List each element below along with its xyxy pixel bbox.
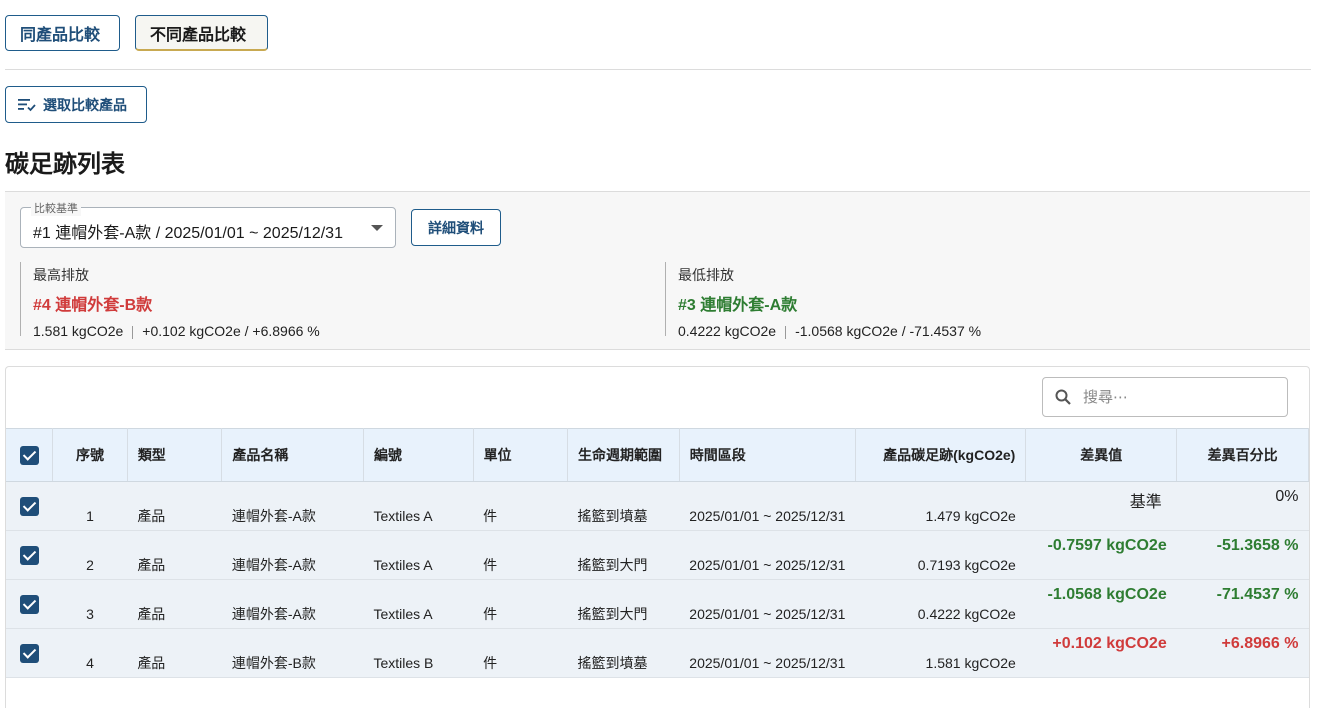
cell-unit: 件 xyxy=(473,481,568,531)
comparison-summary-panel: 比較基準 #1 連帽外套-A款 / 2025/01/01 ~ 2025/12/3… xyxy=(5,191,1310,350)
cell-footprint: 1.581 kgCO2e xyxy=(855,628,1026,678)
cell-seq: 1 xyxy=(52,481,128,531)
column-header-lifecycle[interactable]: 生命週期範圍 xyxy=(567,428,680,482)
cell-lifecycle: 搖籃到大門 xyxy=(567,579,680,629)
row-checkbox[interactable] xyxy=(6,530,53,580)
column-header-type[interactable]: 類型 xyxy=(127,428,223,482)
select-products-label: 選取比較產品 xyxy=(43,96,127,113)
baseline-select-value: #1 連帽外套-A款 / 2025/01/01 ~ 2025/12/31 xyxy=(33,225,343,242)
cell-lifecycle: 搖籃到墳墓 xyxy=(567,481,680,531)
cell-period: 2025/01/01 ~ 2025/12/31 xyxy=(679,579,856,629)
comparison-mode-tabs: 同產品比較 不同產品比較 xyxy=(5,15,268,51)
table-header-row: 序號 類型 產品名稱 編號 單位 生命週期範圍 時間區段 產品碳足跡(kgCO2… xyxy=(6,428,1309,482)
cell-unit: 件 xyxy=(473,628,568,678)
cell-code: Textiles A xyxy=(363,530,474,580)
value-separator xyxy=(132,325,134,339)
cell-pct: -51.3658 % xyxy=(1176,530,1309,580)
row-checkbox[interactable] xyxy=(6,481,53,531)
cell-seq: 3 xyxy=(52,579,128,629)
highest-emission-value: 1.581 kgCO2e xyxy=(33,323,124,339)
highest-emission-diff: +0.102 kgCO2e / +6.8966 % xyxy=(142,323,320,339)
cell-period: 2025/01/01 ~ 2025/12/31 xyxy=(679,481,856,531)
column-header-pct[interactable]: 差異百分比 xyxy=(1176,428,1309,482)
cell-seq: 4 xyxy=(52,628,128,678)
checkbox-checked-icon xyxy=(19,496,39,516)
cell-pct: 0% xyxy=(1176,481,1309,531)
sort-list-icon xyxy=(18,98,36,111)
search-box[interactable] xyxy=(1042,377,1288,417)
highest-emission-summary: 最高排放 #4 連帽外套-B款 1.581 kgCO2e +0.102 kgCO2… xyxy=(20,262,320,339)
cell-unit: 件 xyxy=(473,530,568,580)
cell-diff: 基準 xyxy=(1025,481,1177,531)
cell-code: Textiles A xyxy=(363,481,474,531)
cell-type: 產品 xyxy=(127,579,222,629)
page-title: 碳足跡列表 xyxy=(5,151,125,178)
cell-footprint: 0.4222 kgCO2e xyxy=(855,579,1026,629)
lowest-emission-product: #3 連帽外套-A款 xyxy=(678,297,798,314)
select-all-checkbox[interactable] xyxy=(6,428,54,482)
highest-emission-heading: 最高排放 xyxy=(33,267,89,283)
lowest-emission-diff: -1.0568 kgCO2e / -71.4537 % xyxy=(795,323,982,339)
select-products-button[interactable]: 選取比較產品 xyxy=(5,86,147,123)
column-header-diff[interactable]: 差異值 xyxy=(1025,428,1178,482)
carbon-footprint-grid: 序號 類型 產品名稱 編號 單位 生命週期範圍 時間區段 產品碳足跡(kgCO2… xyxy=(5,366,1310,708)
cell-type: 產品 xyxy=(127,530,222,580)
row-checkbox[interactable] xyxy=(6,628,53,678)
tab-divider xyxy=(5,69,1311,70)
value-separator xyxy=(785,325,787,339)
cell-pct: -71.4537 % xyxy=(1176,579,1309,629)
search-input[interactable] xyxy=(1081,387,1265,407)
checkbox-checked-icon xyxy=(19,643,39,663)
cell-diff: +0.102 kgCO2e xyxy=(1025,628,1177,678)
lowest-emission-summary: 最低排放 #3 連帽外套-A款 0.4222 kgCO2e -1.0568 kgC… xyxy=(665,262,982,339)
cell-unit: 件 xyxy=(473,579,568,629)
dropdown-caret-icon xyxy=(371,225,383,231)
cell-pct: +6.8966 % xyxy=(1176,628,1309,678)
cell-seq: 2 xyxy=(52,530,128,580)
cell-name: 連帽外套-B款 xyxy=(221,628,364,678)
table-row[interactable]: 3 產品 連帽外套-A款 Textiles A 件 搖籃到大門 2025/01/… xyxy=(6,579,1309,629)
column-header-footprint[interactable]: 產品碳足跡(kgCO2e) xyxy=(855,428,1027,482)
cell-type: 產品 xyxy=(127,481,222,531)
tab-same-product[interactable]: 同產品比較 xyxy=(5,15,120,51)
row-checkbox[interactable] xyxy=(6,579,53,629)
cell-footprint: 1.479 kgCO2e xyxy=(855,481,1026,531)
column-header-period[interactable]: 時間區段 xyxy=(679,428,856,482)
column-header-name[interactable]: 產品名稱 xyxy=(221,428,364,482)
checkbox-checked-icon xyxy=(19,545,39,565)
lowest-emission-value: 0.4222 kgCO2e xyxy=(678,323,777,339)
cell-diff: -0.7597 kgCO2e xyxy=(1025,530,1177,580)
column-header-code[interactable]: 編號 xyxy=(363,428,474,482)
cell-name: 連帽外套-A款 xyxy=(221,579,364,629)
search-icon xyxy=(1055,389,1071,405)
detail-button[interactable]: 詳細資料 xyxy=(411,209,501,246)
cell-diff: -1.0568 kgCO2e xyxy=(1025,579,1177,629)
baseline-select[interactable]: 比較基準 #1 連帽外套-A款 / 2025/01/01 ~ 2025/12/3… xyxy=(20,200,396,248)
checkbox-checked-icon xyxy=(19,594,39,614)
cell-lifecycle: 搖籃到大門 xyxy=(567,530,680,580)
cell-name: 連帽外套-A款 xyxy=(221,481,364,531)
cell-footprint: 0.7193 kgCO2e xyxy=(855,530,1026,580)
highest-emission-product: #4 連帽外套-B款 xyxy=(33,297,153,314)
column-header-seq[interactable]: 序號 xyxy=(52,428,128,482)
table-row[interactable]: 4 產品 連帽外套-B款 Textiles B 件 搖籃到墳墓 2025/01/… xyxy=(6,628,1309,678)
table-row[interactable]: 1 產品 連帽外套-A款 Textiles A 件 搖籃到墳墓 2025/01/… xyxy=(6,481,1309,531)
cell-type: 產品 xyxy=(127,628,222,678)
cell-period: 2025/01/01 ~ 2025/12/31 xyxy=(679,628,856,678)
cell-code: Textiles B xyxy=(363,628,474,678)
column-header-unit[interactable]: 單位 xyxy=(473,428,569,482)
baseline-select-label: 比較基準 xyxy=(31,200,81,216)
carbon-footprint-table: 序號 類型 產品名稱 編號 單位 生命週期範圍 時間區段 產品碳足跡(kgCO2… xyxy=(6,428,1309,678)
cell-lifecycle: 搖籃到墳墓 xyxy=(567,628,680,678)
cell-name: 連帽外套-A款 xyxy=(221,530,364,580)
tab-different-product[interactable]: 不同產品比較 xyxy=(135,15,268,51)
cell-code: Textiles A xyxy=(363,579,474,629)
lowest-emission-heading: 最低排放 xyxy=(678,267,734,283)
table-row[interactable]: 2 產品 連帽外套-A款 Textiles A 件 搖籃到大門 2025/01/… xyxy=(6,530,1309,580)
cell-period: 2025/01/01 ~ 2025/12/31 xyxy=(679,530,856,580)
checkbox-checked-icon xyxy=(19,445,39,465)
